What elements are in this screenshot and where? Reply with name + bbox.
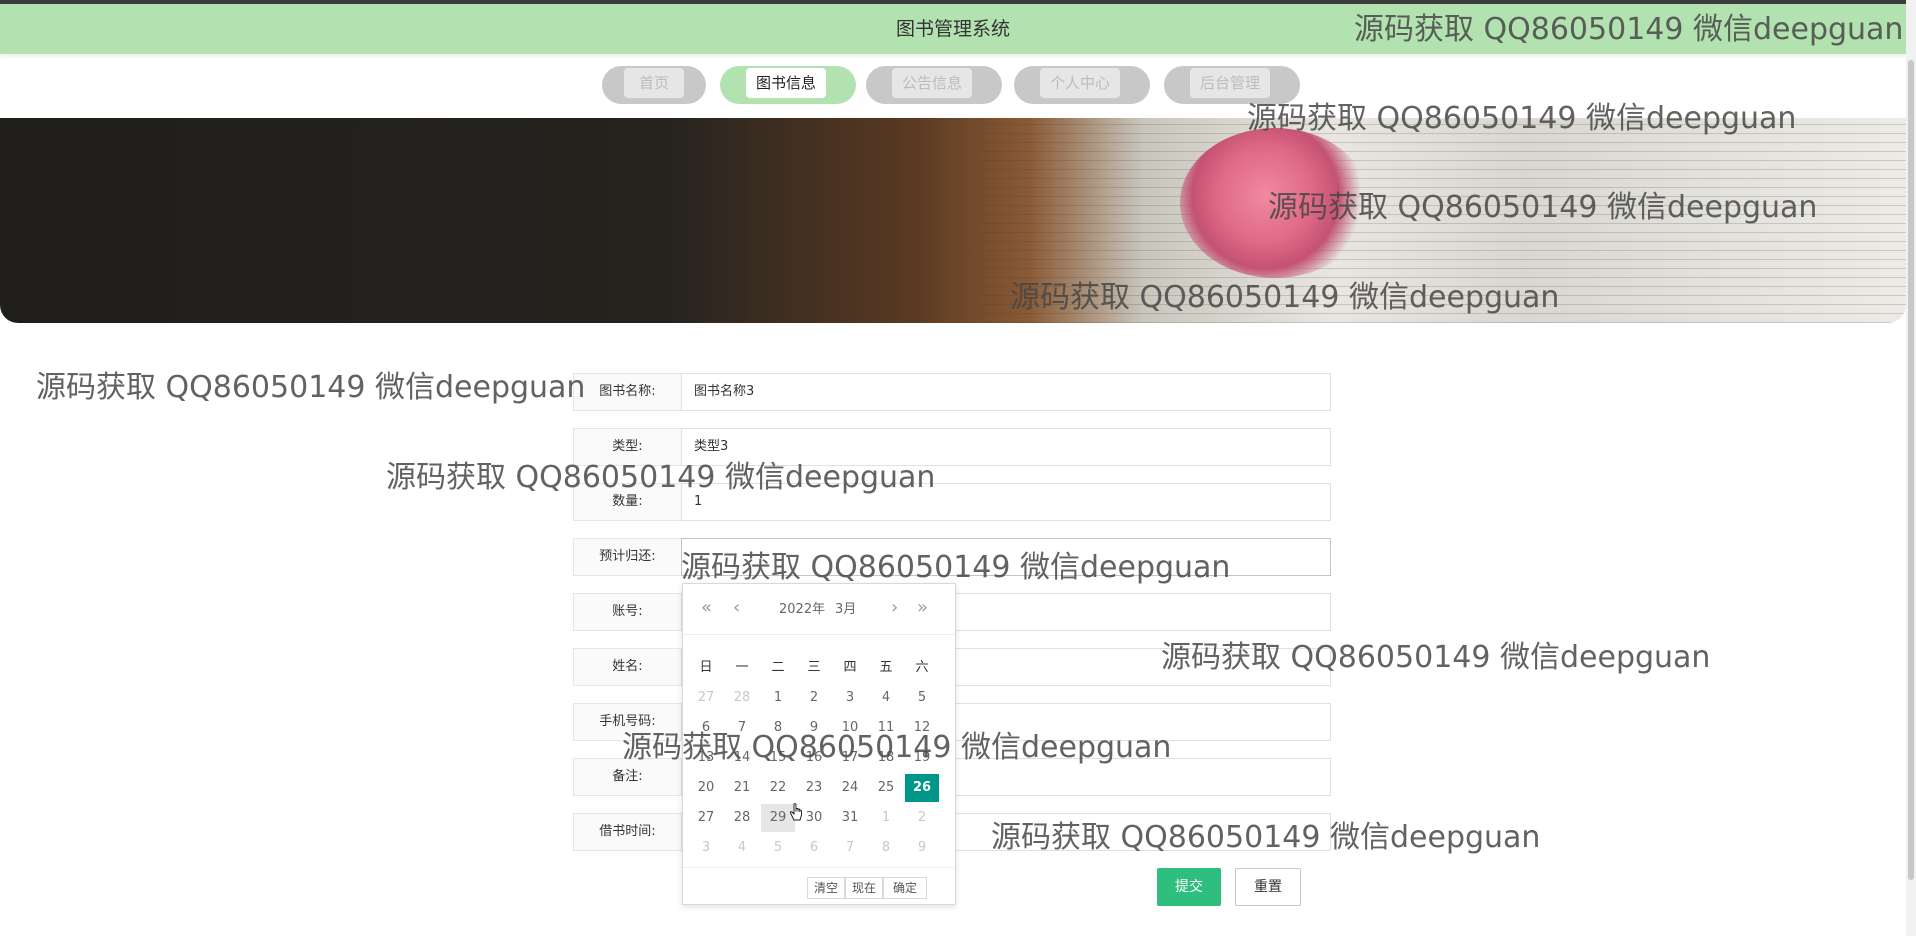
date-cell[interactable]: 7 [725,714,759,742]
field-label: 备注: [573,758,681,796]
weekday-label: 四 [843,660,857,675]
date-cell[interactable]: 27 [689,684,723,712]
date-cell[interactable]: 10 [833,714,867,742]
reset-button[interactable]: 重置 [1235,868,1301,906]
weekday-label: 一 [735,660,749,675]
month-label[interactable]: 3月 [835,600,856,620]
date-cell[interactable]: 22 [761,774,795,802]
quantity-field[interactable]: 1 [681,483,1331,521]
nav-item-label: 个人中心 [1040,68,1120,98]
weekday-label: 日 [699,660,713,675]
prev-year-icon[interactable]: « [701,598,712,618]
date-cell[interactable]: 8 [869,834,903,862]
form-row-book-name: 图书名称: 图书名称3 [573,373,1331,411]
weekday-label: 二 [771,660,785,675]
watermark-text: 源码获取 QQ86050149 微信deepguan [36,370,586,405]
weekday-label: 五 [879,660,893,675]
form-row-expected-return: 预计归还: [573,538,1331,576]
date-cell[interactable]: 20 [689,774,723,802]
next-year-icon[interactable]: » [917,598,928,618]
nav-item-notice-info[interactable]: 公告信息 [866,66,1002,104]
hand-cursor-icon [789,803,802,821]
nav-item-book-info[interactable]: 图书信息 [720,66,856,104]
date-cell[interactable]: 14 [725,744,759,772]
date-cell[interactable]: 2 [797,684,831,712]
field-label: 借书时间: [573,813,681,851]
type-field[interactable]: 类型3 [681,428,1331,466]
date-cell[interactable]: 16 [797,744,831,772]
main-nav: 首页 图书信息 公告信息 个人中心 后台管理 [0,66,1906,106]
nav-item-label: 公告信息 [892,68,972,98]
flower-decoration [1180,128,1370,278]
date-picker-header: « ‹ 2022年 3月 › » [683,584,955,635]
date-cell[interactable]: 12 [905,714,939,742]
year-label[interactable]: 2022年 [779,600,825,620]
clear-button[interactable]: 清空 [807,877,845,899]
expected-return-date-field[interactable] [681,538,1331,576]
date-cell[interactable]: 24 [833,774,867,802]
field-label: 姓名: [573,648,681,686]
date-cell[interactable]: 6 [689,714,723,742]
date-cell[interactable]: 19 [905,744,939,772]
nav-item-label: 首页 [624,68,684,98]
date-cell[interactable]: 4 [869,684,903,712]
form-row-quantity: 数量: 1 [573,483,1331,521]
field-label: 类型: [573,428,681,466]
date-cell[interactable]: 17 [833,744,867,772]
banner-image [0,118,1906,323]
date-cell[interactable]: 4 [725,834,759,862]
field-label: 数量: [573,483,681,521]
field-label: 预计归还: [573,538,681,576]
field-label: 图书名称: [573,373,681,411]
date-cell[interactable]: 2 [905,804,939,832]
date-cell[interactable]: 6 [797,834,831,862]
nav-item-admin[interactable]: 后台管理 [1164,66,1300,104]
date-cell[interactable]: 18 [869,744,903,772]
nav-item-home[interactable]: 首页 [602,66,706,104]
scrollbar-thumb[interactable] [1908,60,1914,880]
date-cell[interactable]: 7 [833,834,867,862]
weekday-label: 六 [915,660,929,675]
date-cell[interactable]: 8 [761,714,795,742]
nav-item-label: 图书信息 [746,68,826,98]
now-button[interactable]: 现在 [845,877,883,899]
form-row-type: 类型: 类型3 [573,428,1331,466]
date-cell[interactable]: 3 [689,834,723,862]
weekday-label: 三 [807,660,821,675]
date-cell[interactable]: 23 [797,774,831,802]
date-cell[interactable]: 11 [869,714,903,742]
field-label: 手机号码: [573,703,681,741]
page-scrollbar[interactable] [1906,0,1916,936]
confirm-button[interactable]: 确定 [883,877,927,899]
nav-item-personal-center[interactable]: 个人中心 [1014,66,1150,104]
date-cell[interactable]: 15 [761,744,795,772]
nav-item-label: 后台管理 [1190,68,1270,98]
next-month-icon[interactable]: › [891,598,898,618]
date-picker-footer: 清空 现在 确定 [683,867,955,906]
date-cell[interactable]: 5 [905,684,939,712]
date-cell[interactable]: 1 [761,684,795,712]
date-cell[interactable]: 3 [833,684,867,712]
date-cell[interactable]: 21 [725,774,759,802]
date-cell[interactable]: 27 [689,804,723,832]
sheet-music-decoration [980,118,1906,323]
date-cell[interactable]: 13 [689,744,723,772]
date-cell[interactable]: 31 [833,804,867,832]
book-name-field[interactable]: 图书名称3 [681,373,1331,411]
submit-button[interactable]: 提交 [1157,868,1221,906]
date-cell[interactable]: 26 [905,774,939,802]
date-cell[interactable]: 25 [869,774,903,802]
date-cell[interactable]: 28 [725,684,759,712]
date-picker-popup: « ‹ 2022年 3月 › » 日 一 二 三 四 五 六 27 28 1 2 3 4 5… [682,583,956,905]
field-label: 账号: [573,593,681,631]
date-cell[interactable]: 9 [797,714,831,742]
top-header: 图书管理系统 [0,0,1906,54]
date-cell[interactable]: 9 [905,834,939,862]
app-title: 图书管理系统 [895,18,1010,40]
prev-month-icon[interactable]: ‹ [733,598,740,618]
date-cell[interactable]: 1 [869,804,903,832]
date-cell[interactable]: 5 [761,834,795,862]
date-cell[interactable]: 28 [725,804,759,832]
